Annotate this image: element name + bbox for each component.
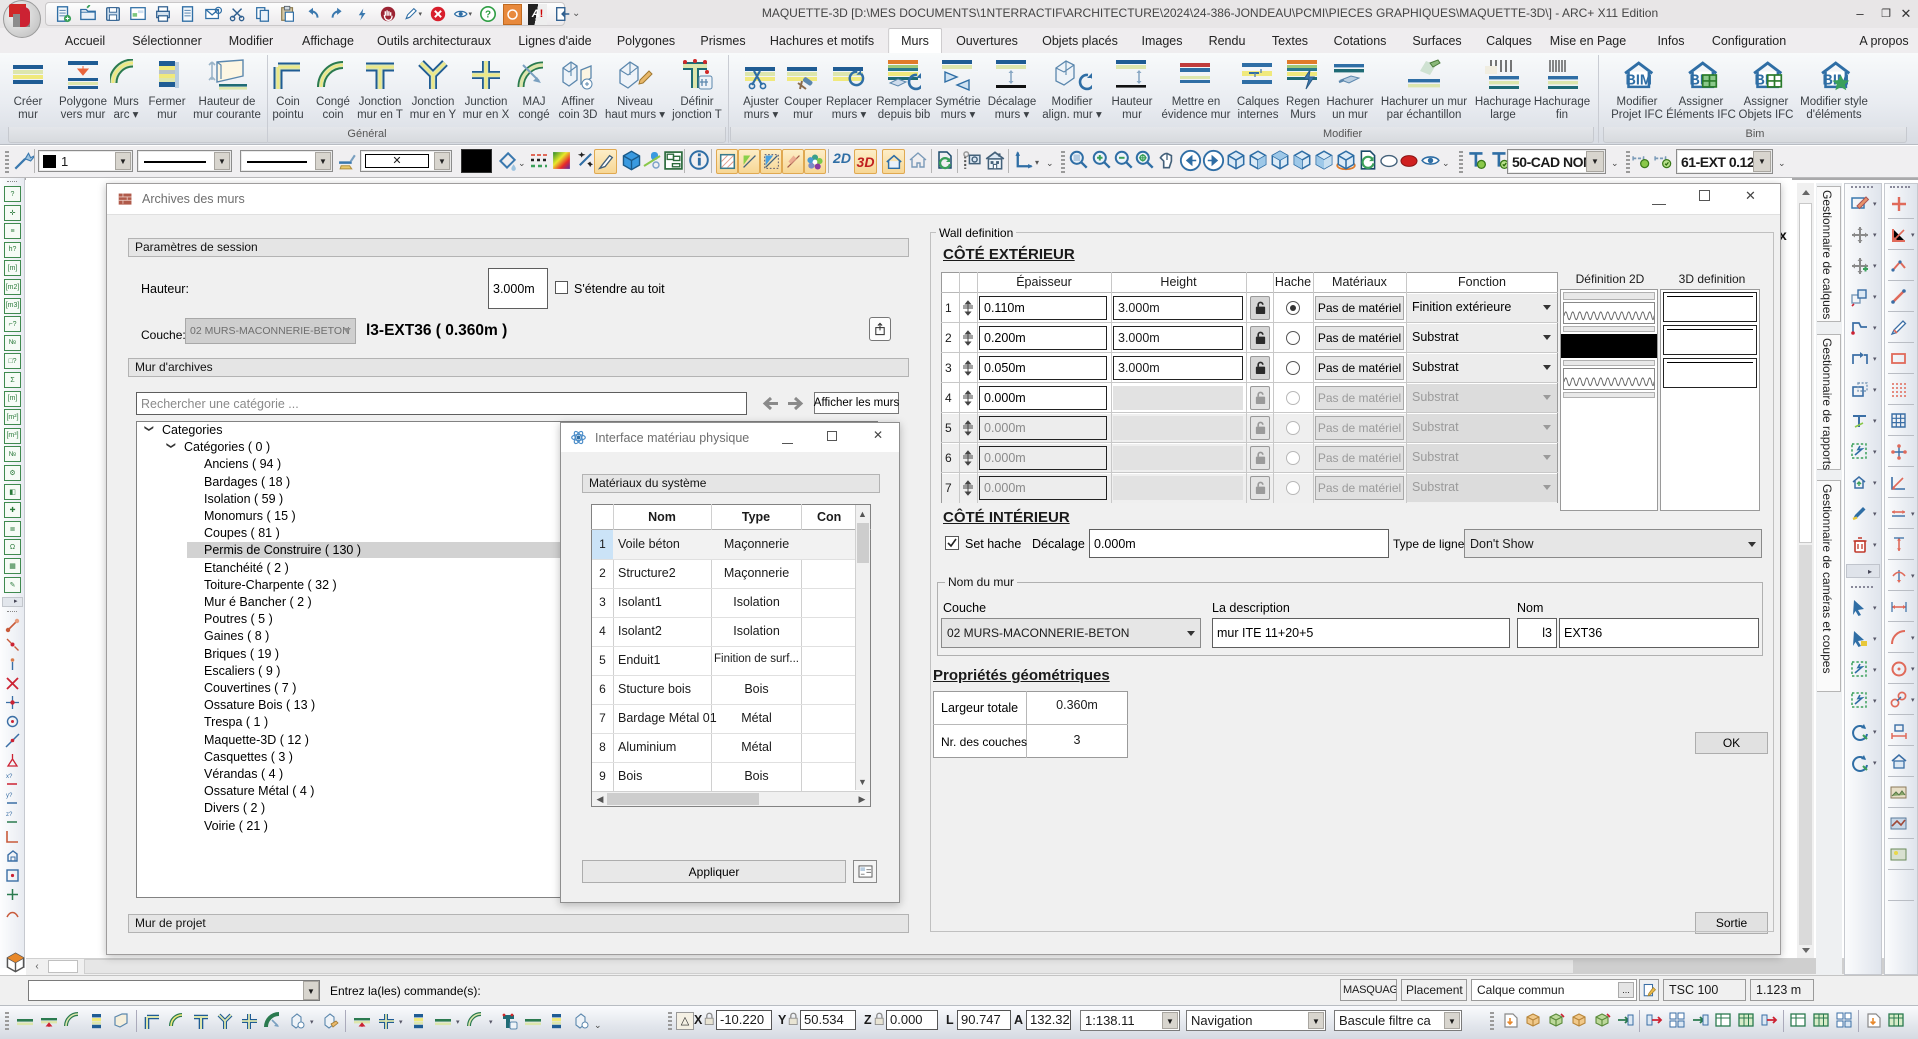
svg-text:x?: x? xyxy=(6,774,13,780)
svg-text:z?: z? xyxy=(6,812,13,818)
svg-text:y?: y? xyxy=(6,793,13,799)
